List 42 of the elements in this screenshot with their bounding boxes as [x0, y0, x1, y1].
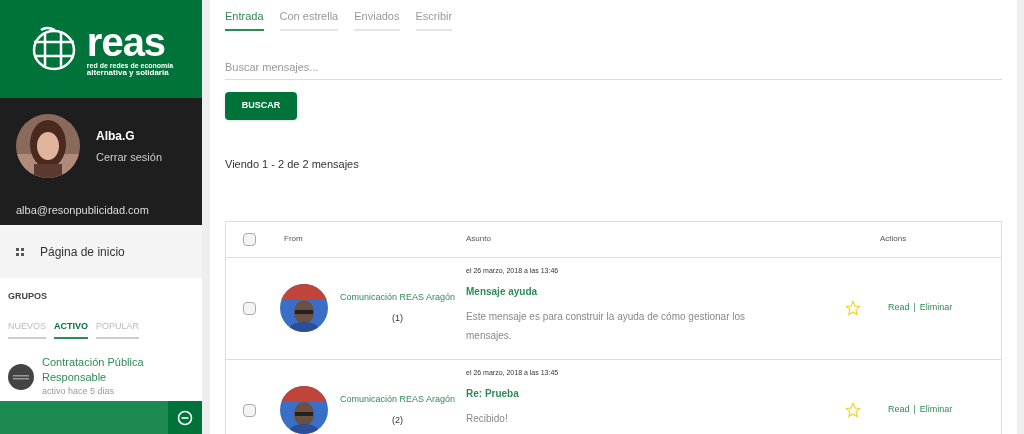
- subject-link[interactable]: Re: Prueba: [466, 386, 826, 401]
- collapse-button[interactable]: [168, 401, 202, 434]
- group-activity: activo hace 5 dias: [42, 385, 116, 398]
- grid-icon: [16, 247, 24, 256]
- logo-tagline: alternativa y solidaria: [86, 68, 170, 77]
- column-header: Asunto: [466, 233, 492, 245]
- delete-link[interactable]: Eliminar: [919, 403, 953, 417]
- message-count: (2): [392, 414, 404, 427]
- logout-link[interactable]: Cerrar sesión: [96, 148, 163, 166]
- message-preview: Este mensaje es para construir la ayuda de cómo gestionar los mensajes.: [466, 310, 747, 343]
- star-icon[interactable]: [845, 402, 861, 418]
- group-tab[interactable]: ACTIVO: [54, 319, 89, 339]
- checkbox[interactable]: [242, 403, 256, 417]
- separator: |: [913, 403, 916, 417]
- checkbox[interactable]: [242, 301, 256, 315]
- group-link[interactable]: Contratación Pública Responsable: [42, 355, 194, 385]
- column-header: Actions: [880, 233, 907, 245]
- read-link[interactable]: Read: [888, 403, 910, 417]
- message-preview: Recibido!: [466, 412, 509, 426]
- logo-name: reas: [86, 21, 166, 62]
- search-button[interactable]: BUSCAR: [225, 92, 297, 120]
- checkbox[interactable]: [242, 232, 256, 246]
- results-summary: Viendo 1 - 2 de 2 mensajes: [225, 157, 360, 172]
- minus-circle-icon: [177, 409, 193, 426]
- tab[interactable]: Con estrella: [279, 8, 339, 31]
- column-header: From: [283, 233, 304, 245]
- tab[interactable]: Enviados: [354, 8, 400, 31]
- star-icon[interactable]: [845, 300, 861, 316]
- delete-link[interactable]: Eliminar: [919, 301, 953, 315]
- user-name: Alba.G: [96, 127, 136, 145]
- section-title: GRUPOS: [8, 290, 48, 303]
- read-link[interactable]: Read: [888, 301, 910, 315]
- sender-link[interactable]: Comunicación REAS Aragón: [340, 290, 456, 304]
- message-count: (1): [392, 312, 404, 325]
- tab[interactable]: Entrada: [225, 8, 264, 31]
- sender-link[interactable]: Comunicación REAS Aragón: [340, 392, 456, 406]
- search-field[interactable]: Buscar mensajes...: [225, 54, 1002, 80]
- tab[interactable]: Escribir: [415, 8, 453, 31]
- separator: |: [913, 301, 916, 315]
- user-email: alba@resonpublicidad.com: [16, 203, 150, 218]
- nav-item[interactable]: Página de inicio: [0, 225, 202, 278]
- subject-link[interactable]: Mensaje ayuda: [466, 284, 826, 299]
